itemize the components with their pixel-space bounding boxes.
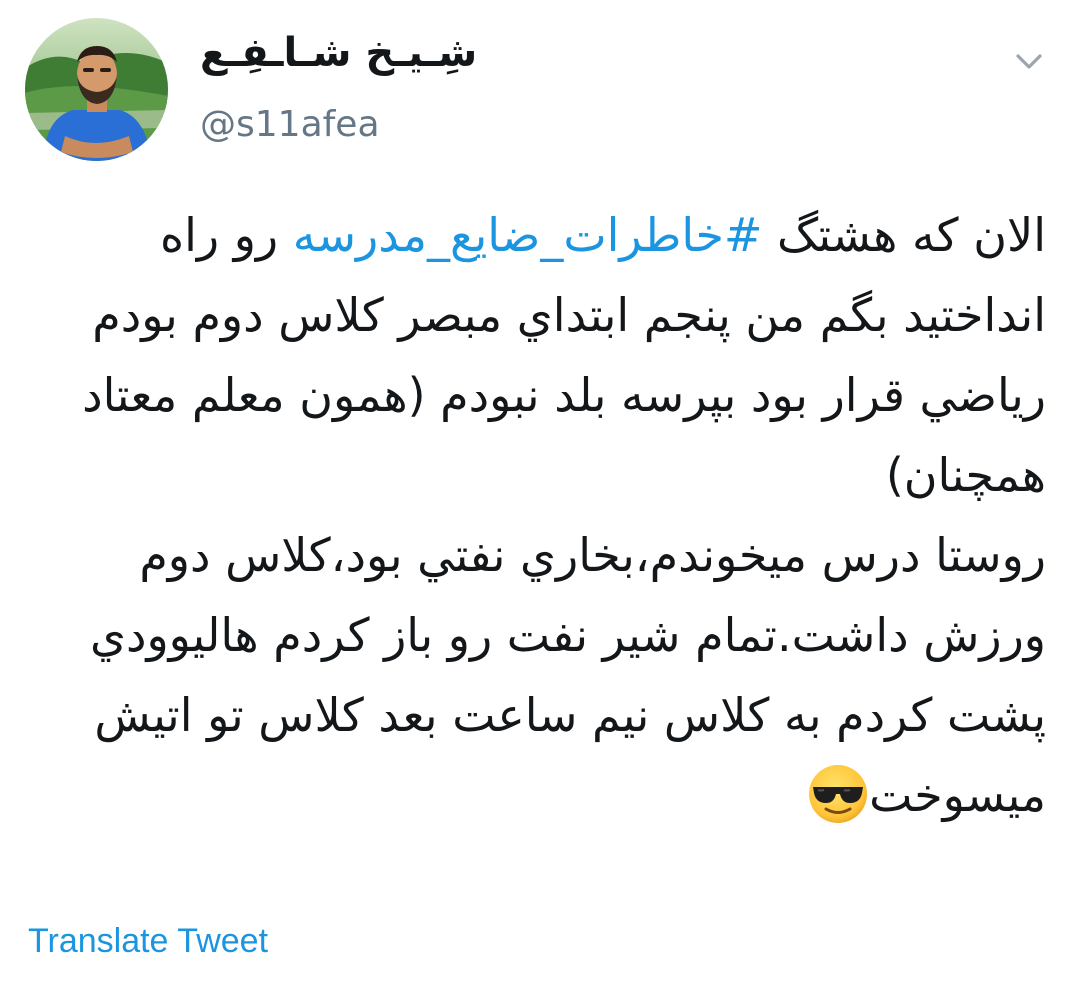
author-handle[interactable]: @s11afea — [200, 104, 380, 145]
tweet-text-segment: روستا درس ميخوندم،بخاري نفتي بود،كلاس دو… — [89, 528, 1046, 822]
translate-tweet-link[interactable]: Translate Tweet — [28, 922, 268, 961]
sunglasses-emoji-icon — [807, 763, 869, 825]
tweet-paragraph-2: روستا درس ميخوندم،بخاري نفتي بود،كلاس دو… — [40, 515, 1046, 835]
hashtag-link[interactable]: #خاطرات_ضایع_مدرسه — [293, 208, 763, 262]
tweet-text: الان كه هشتگ #خاطرات_ضایع_مدرسه رو راه ا… — [40, 195, 1046, 835]
tweet-paragraph-1: الان كه هشتگ #خاطرات_ضایع_مدرسه رو راه ا… — [40, 195, 1046, 515]
profile-photo — [25, 18, 168, 161]
author-avatar[interactable] — [25, 18, 168, 161]
chevron-down-icon[interactable] — [1012, 44, 1046, 78]
tweet-text-segment: الان كه هشتگ — [762, 208, 1046, 262]
author-display-name[interactable]: شِـيـخ شـاـفِـع — [200, 30, 477, 76]
